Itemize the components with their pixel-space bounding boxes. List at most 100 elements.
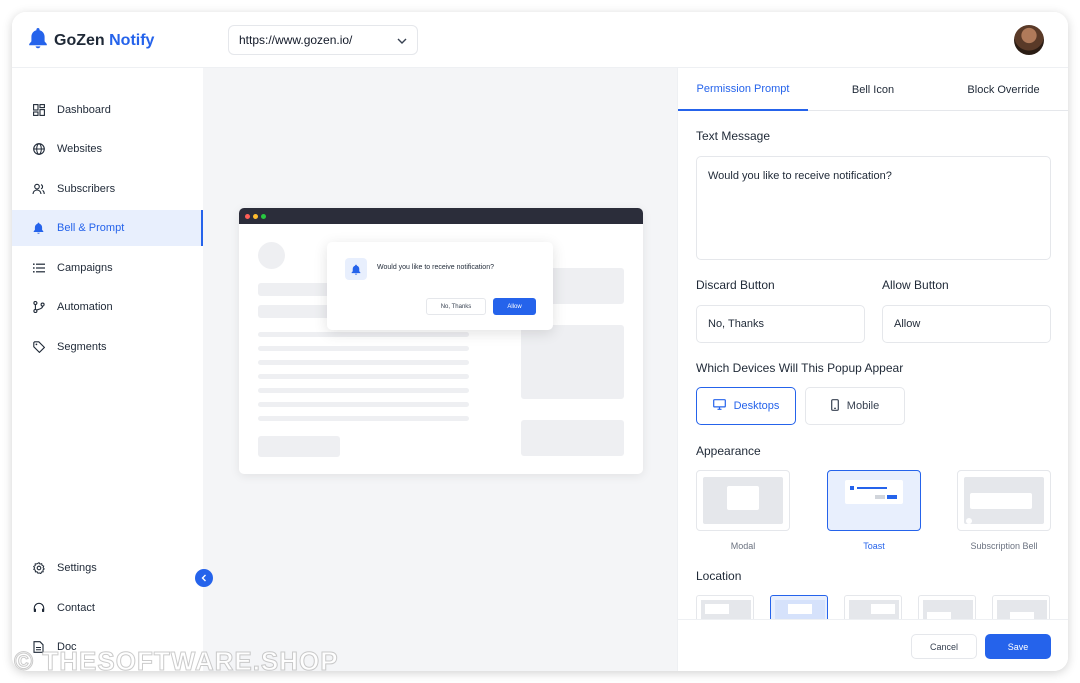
appearance-toast-label: Toast bbox=[863, 541, 885, 551]
save-button[interactable]: Save bbox=[985, 634, 1051, 659]
appearance-subscription-bell-label: Subscription Bell bbox=[970, 541, 1038, 551]
sidebar-item-label: Subscribers bbox=[57, 183, 116, 195]
appearance-modal-label: Modal bbox=[730, 541, 756, 551]
skeleton-line bbox=[258, 416, 469, 421]
sidebar-item-label: Settings bbox=[57, 562, 97, 574]
sidebar-item-automation[interactable]: Automation bbox=[12, 289, 203, 325]
skeleton-line bbox=[258, 346, 469, 351]
browser-mockup: Would you like to receive notification? … bbox=[239, 208, 643, 474]
sidebar-item-label: Websites bbox=[57, 143, 103, 155]
bell-thumbnail-dot bbox=[966, 518, 972, 524]
brand-name-primary: GoZen bbox=[54, 31, 105, 49]
window-minimize-dot bbox=[253, 213, 258, 219]
headset-icon bbox=[32, 602, 45, 615]
appearance-modal-card[interactable] bbox=[696, 470, 790, 531]
sidebar-item-websites[interactable]: Websites bbox=[12, 131, 203, 167]
sidebar: Dashboard Websites Subscribers Bell & Pr… bbox=[12, 68, 203, 671]
allow-button-label: Allow Button bbox=[882, 278, 949, 292]
skeleton-line bbox=[258, 388, 469, 393]
gear-icon bbox=[32, 562, 45, 575]
chevron-left-icon bbox=[201, 569, 207, 587]
devices-label: Which Devices Will This Popup Appear bbox=[696, 361, 904, 375]
permission-prompt-preview: Would you like to receive notification? … bbox=[327, 242, 553, 330]
preview-allow-button[interactable]: Allow bbox=[493, 298, 536, 315]
discard-button-input[interactable]: No, Thanks bbox=[696, 305, 865, 343]
device-mobile-label: Mobile bbox=[846, 400, 880, 412]
sidebar-item-dashboard[interactable]: Dashboard bbox=[12, 92, 203, 128]
toast-thumbnail-line bbox=[857, 487, 887, 489]
brand-name: GoZen Notify bbox=[54, 32, 154, 50]
sidebar-item-label: Bell & Prompt bbox=[57, 222, 125, 234]
chevron-down-icon bbox=[397, 33, 407, 47]
sidebar-item-segments[interactable]: Segments bbox=[12, 329, 203, 365]
discard-button-label: Discard Button bbox=[696, 278, 775, 292]
skeleton-block bbox=[258, 436, 340, 457]
tag-icon bbox=[32, 341, 45, 354]
device-desktops-label: Desktops bbox=[733, 400, 780, 412]
toast-thumbnail-btn bbox=[887, 495, 897, 499]
brand-logo[interactable]: GoZen Notify bbox=[28, 27, 154, 54]
bell-icon bbox=[32, 222, 45, 235]
preview-discard-button[interactable]: No, Thanks bbox=[426, 298, 486, 315]
appearance-subscription-bell-card[interactable] bbox=[957, 470, 1051, 531]
sidebar-item-label: Dashboard bbox=[57, 104, 111, 116]
tab-block-override[interactable]: Block Override bbox=[938, 68, 1068, 111]
settings-panel: Permission Prompt Bell Icon Block Overri… bbox=[677, 68, 1068, 671]
prompt-message: Would you like to receive notification? bbox=[377, 264, 494, 271]
toast-thumbnail-icon bbox=[850, 486, 854, 490]
tab-permission-prompt[interactable]: Permission Prompt bbox=[678, 68, 808, 111]
bell-thumbnail-box bbox=[970, 493, 1032, 509]
sidebar-item-label: Campaigns bbox=[57, 262, 113, 274]
toast-thumbnail-btn bbox=[875, 495, 885, 499]
text-message-input[interactable]: Would you like to receive notification? bbox=[696, 156, 1051, 260]
sidebar-item-subscribers[interactable]: Subscribers bbox=[12, 171, 203, 207]
brand-name-product: Notify bbox=[109, 31, 155, 49]
list-icon bbox=[32, 262, 45, 275]
globe-icon bbox=[32, 143, 45, 156]
sidebar-item-bell-prompt[interactable]: Bell & Prompt bbox=[12, 210, 203, 246]
allow-button-input[interactable]: Allow bbox=[882, 305, 1051, 343]
skeleton-block bbox=[521, 325, 624, 399]
device-desktops-button[interactable]: Desktops bbox=[696, 387, 796, 425]
location-thumbnail-box bbox=[871, 604, 895, 614]
skeleton-block bbox=[258, 283, 338, 296]
sidebar-item-label: Contact bbox=[57, 602, 95, 614]
skeleton-line bbox=[258, 374, 469, 379]
location-label: Location bbox=[696, 569, 742, 583]
modal-thumbnail-box bbox=[727, 486, 759, 510]
monitor-icon bbox=[712, 399, 726, 413]
text-message-label: Text Message bbox=[696, 129, 771, 143]
prompt-preview-area: Would you like to receive notification? … bbox=[203, 68, 677, 671]
skeleton-line bbox=[258, 332, 469, 337]
location-thumbnail-box bbox=[788, 604, 812, 614]
users-icon bbox=[32, 183, 45, 196]
user-avatar[interactable] bbox=[1014, 25, 1044, 55]
sidebar-item-campaigns[interactable]: Campaigns bbox=[12, 250, 203, 286]
website-select-value: https://www.gozen.io/ bbox=[239, 33, 353, 47]
watermark-text: © THESOFTWARE.SHOP bbox=[14, 646, 339, 672]
appearance-toast-card[interactable] bbox=[827, 470, 921, 531]
app-window: GoZen Notify https://www.gozen.io/ Dashb… bbox=[12, 12, 1068, 671]
dashboard-icon bbox=[32, 104, 45, 117]
sidebar-item-settings[interactable]: Settings bbox=[12, 550, 203, 586]
sidebar-item-contact[interactable]: Contact bbox=[12, 590, 203, 626]
sidebar-item-label: Segments bbox=[57, 341, 107, 353]
skeleton-block bbox=[258, 305, 338, 318]
website-select[interactable]: https://www.gozen.io/ bbox=[228, 25, 418, 55]
device-mobile-button[interactable]: Mobile bbox=[805, 387, 905, 425]
collapse-sidebar-button[interactable] bbox=[195, 569, 213, 587]
bell-icon bbox=[345, 258, 367, 280]
window-maximize-dot bbox=[261, 213, 266, 219]
cancel-button[interactable]: Cancel bbox=[911, 634, 977, 659]
location-thumbnail-box bbox=[705, 604, 729, 614]
window-close-dot bbox=[245, 213, 250, 219]
panel-tabs: Permission Prompt Bell Icon Block Overri… bbox=[678, 68, 1068, 111]
skeleton-avatar bbox=[258, 242, 285, 269]
browser-titlebar bbox=[239, 208, 643, 224]
skeleton-line bbox=[258, 360, 469, 365]
appearance-thumbnail bbox=[964, 477, 1044, 524]
top-header: GoZen Notify https://www.gozen.io/ bbox=[12, 12, 1068, 68]
bell-logo-icon bbox=[28, 27, 48, 54]
tab-bell-icon[interactable]: Bell Icon bbox=[808, 68, 938, 111]
panel-footer: Cancel Save bbox=[678, 619, 1068, 671]
